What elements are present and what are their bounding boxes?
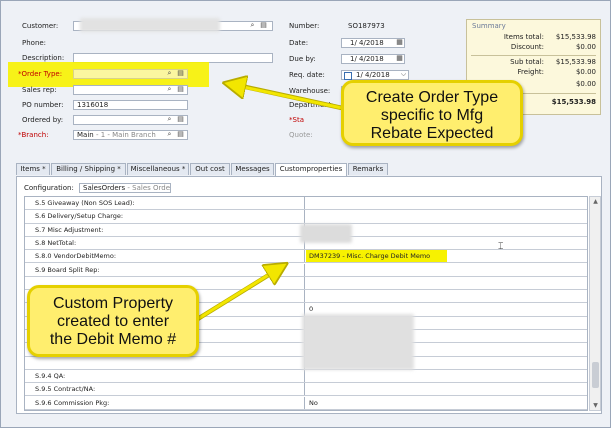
- arrow-to-order-type: [234, 85, 343, 110]
- callout-line: specific to Mfg: [380, 107, 484, 124]
- arrow-to-debit-memo: [195, 269, 278, 322]
- custom-property-callout: Custom Property created to enter the Deb…: [27, 285, 199, 357]
- callout-line: Custom Property: [52, 295, 174, 312]
- order-type-callout: Create Order Type specific to Mfg Rebate…: [341, 80, 523, 146]
- callout-line: Rebate Expected: [370, 125, 494, 142]
- callout-line: created to enter: [56, 313, 170, 330]
- callout-line: Create Order Type: [365, 89, 499, 106]
- callout-line: the Debit Memo #: [49, 331, 177, 348]
- annotation-arrows: [194, 0, 343, 322]
